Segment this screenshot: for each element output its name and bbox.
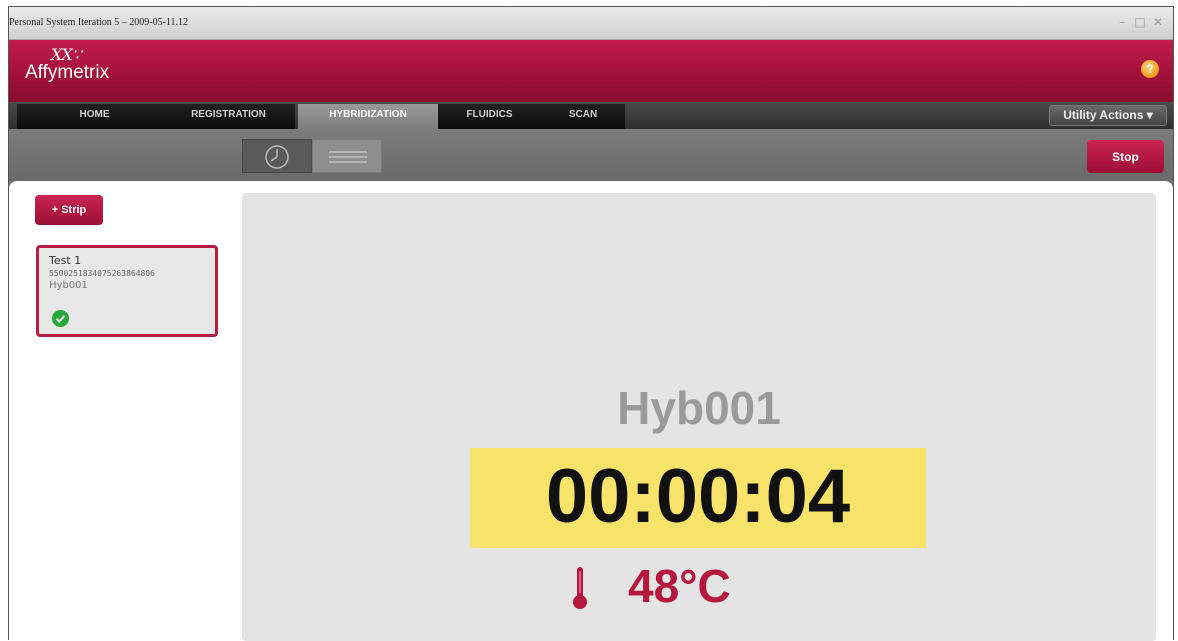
list-icon (329, 151, 367, 163)
logo-text: Affymetrix (25, 62, 110, 83)
window-controls: – □ ✕ (1115, 15, 1165, 29)
strip-barcode: 550025183407526386480​6 (49, 269, 155, 278)
toolbar: Stop (9, 129, 1173, 181)
strip-name: Test 1 (49, 254, 82, 267)
maximize-button[interactable]: □ (1133, 15, 1147, 29)
window-title: Personal System Iteration 5 – 2009-05-11… (9, 17, 189, 28)
tab-scan[interactable]: SCAN (541, 104, 625, 129)
content-area: + Strip Test 1 550025183407526386480​6 H… (9, 181, 1173, 641)
timer-box: 00:00:04 (470, 448, 926, 548)
stop-button[interactable]: Stop (1087, 140, 1164, 173)
hyb-monitor-panel: Hyb001 00:00:04 48°C (242, 193, 1156, 641)
logo-mark: XX∵ (51, 45, 82, 64)
main-nav: HOME REGISTRATION HYBRIDIZATION FLUIDICS… (9, 102, 1173, 129)
tab-registration[interactable]: REGISTRATION (162, 104, 295, 129)
add-strip-button[interactable]: + Strip (35, 195, 103, 225)
strip-hyb: Hyb001 (49, 280, 88, 291)
utility-actions-menu[interactable]: Utility Actions ▾ (1049, 105, 1167, 126)
tab-home[interactable]: HOME (17, 104, 172, 129)
check-icon (52, 310, 69, 327)
tab-hybridization[interactable]: HYBRIDIZATION (298, 104, 438, 129)
affymetrix-logo: XX∵ Affymetrix (25, 45, 110, 84)
title-bar: Personal System Iteration 5 – 2009-05-11… (9, 7, 1173, 40)
strip-card[interactable]: Test 1 550025183407526386480​6 Hyb001 (36, 245, 218, 337)
clock-icon (265, 145, 289, 169)
minimize-button[interactable]: – (1115, 15, 1129, 29)
hyb-name: Hyb001 (617, 382, 781, 434)
brand-bar: XX∵ Affymetrix ? (9, 40, 1173, 102)
thermometer-icon (573, 567, 587, 609)
temperature-value: 48°C (628, 560, 731, 612)
close-button[interactable]: ✕ (1151, 15, 1165, 29)
help-icon[interactable]: ? (1141, 60, 1159, 78)
timer-view-button[interactable] (242, 139, 312, 173)
app-window: Personal System Iteration 5 – 2009-05-11… (8, 6, 1174, 641)
list-view-button[interactable] (312, 139, 382, 173)
tab-fluidics[interactable]: FLUIDICS (438, 104, 541, 129)
elapsed-timer: 00:00:04 (545, 454, 851, 539)
